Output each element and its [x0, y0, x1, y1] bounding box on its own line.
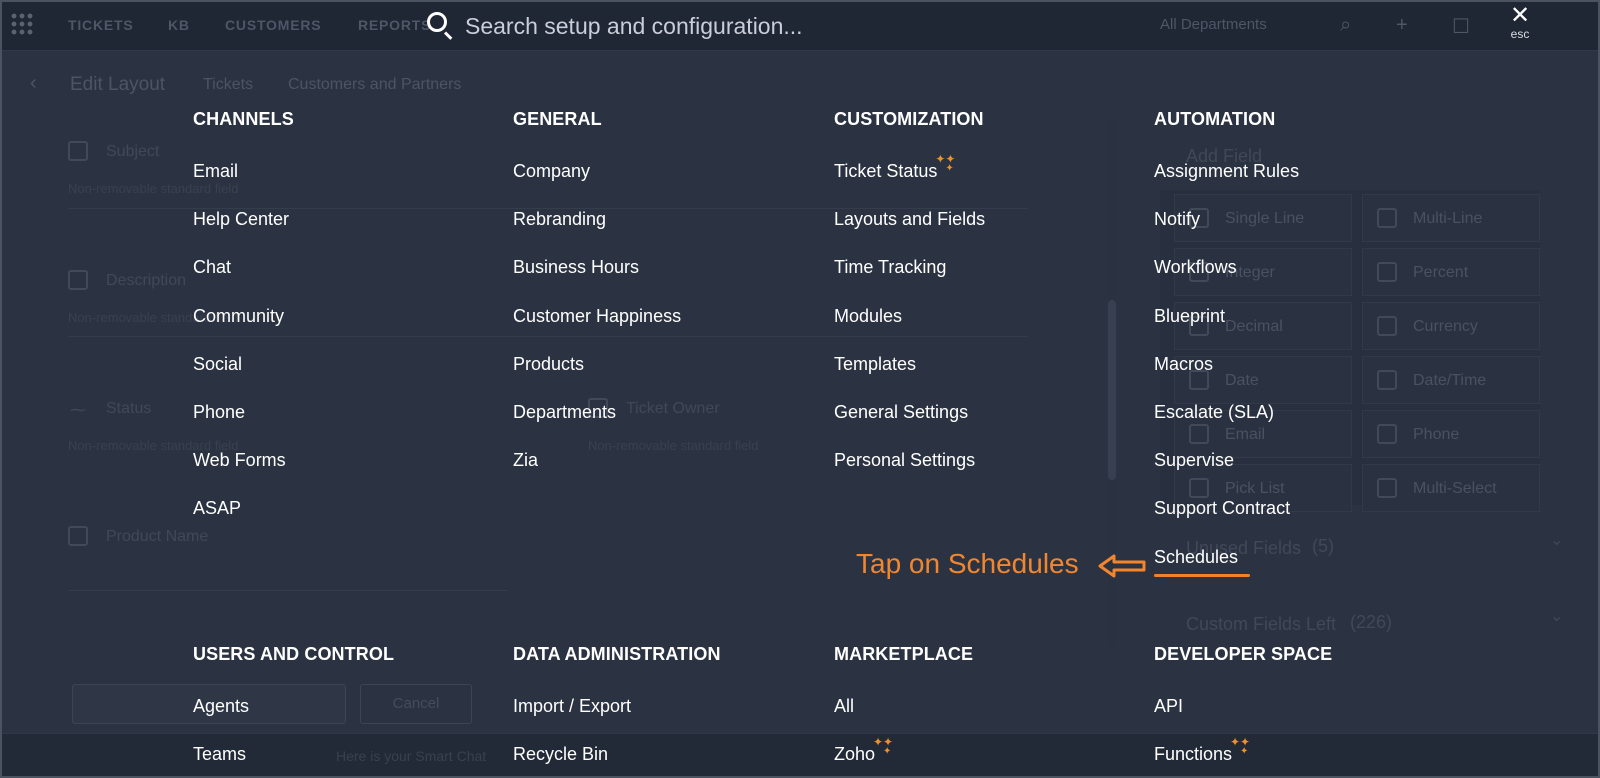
menu-item-customer-happiness[interactable]: Customer Happiness	[513, 306, 681, 354]
field-type-cell[interactable]: Currency	[1362, 302, 1540, 350]
status-icon: ⁓	[70, 402, 86, 419]
custom-fields-count: (226)	[1350, 612, 1393, 632]
search-icon[interactable]: ⌕	[1340, 14, 1351, 37]
menu-item-asap[interactable]: ASAP	[193, 498, 294, 546]
nav-kb[interactable]: KB	[168, 17, 190, 33]
section-heading: USERS AND CONTROL	[193, 644, 395, 664]
divider	[68, 590, 508, 591]
menu-item-rebranding[interactable]: Rebranding	[513, 209, 681, 257]
menu-item-schedules[interactable]: Schedules	[1154, 547, 1299, 595]
menu-item-blueprint[interactable]: Blueprint	[1154, 306, 1299, 354]
field-status: Status	[106, 400, 152, 417]
setup-search-input[interactable]	[465, 8, 1105, 44]
menu-item-business-hours[interactable]: Business Hours	[513, 257, 681, 305]
close-icon[interactable]: ✕	[1500, 4, 1540, 28]
menu-item-web-forms[interactable]: Web Forms	[193, 450, 294, 498]
chevron-down-icon[interactable]: ⌄	[1550, 530, 1563, 550]
menu-item-templates[interactable]: Templates	[834, 354, 985, 402]
menu-item-agents[interactable]: Agents	[193, 696, 394, 744]
menu-item-social[interactable]: Social	[193, 354, 294, 402]
menu-item-zia[interactable]: Zia	[513, 450, 681, 498]
sparkle-icon: ✦ ✦ ✦	[935, 152, 956, 174]
back-icon[interactable]: ‹	[30, 72, 37, 95]
unused-fields-count: (5)	[1312, 536, 1334, 556]
section-heading: AUTOMATION	[1154, 109, 1276, 129]
field-type-cell[interactable]: Multi-Line	[1362, 194, 1540, 242]
menu-item-products[interactable]: Products	[513, 354, 681, 402]
scrollbar-thumb[interactable]	[1108, 300, 1116, 480]
nav-tickets[interactable]: TICKETS	[68, 17, 134, 33]
section-heading: DEVELOPER SPACE	[1154, 644, 1333, 664]
annotation-text: Tap on Schedules	[856, 548, 1079, 579]
page-title: Edit Layout	[70, 74, 166, 95]
menu-item-modules[interactable]: Modules	[834, 306, 985, 354]
menu-section-general: GENERAL Company Rebranding Business Hour…	[513, 107, 681, 498]
field-description: Description	[106, 272, 187, 289]
menu-item-personal-settings[interactable]: Personal Settings	[834, 450, 985, 498]
menu-item-chat[interactable]: Chat	[193, 257, 294, 305]
field-type-cell[interactable]: Date/Time	[1362, 356, 1540, 404]
section-heading: DATA ADMINISTRATION	[513, 644, 721, 664]
menu-item-layouts-and-fields[interactable]: Layouts and Fields	[834, 209, 985, 257]
menu-section-automation: AUTOMATION Assignment Rules Notify Workf…	[1154, 107, 1299, 595]
field-type-icon	[68, 526, 88, 546]
add-icon[interactable]: +	[1396, 14, 1408, 37]
menu-item-company[interactable]: Company	[513, 161, 681, 209]
menu-item-supervise[interactable]: Supervise	[1154, 450, 1299, 498]
notifications-icon[interactable]: ☐	[1452, 14, 1470, 39]
close-button[interactable]: ✕ esc	[1500, 4, 1540, 42]
sparkle-icon: ✦ ✦ ✦	[873, 735, 894, 758]
menu-section-users-and-control: USERS AND CONTROL Agents Teams	[193, 642, 394, 778]
field-type-icon	[68, 270, 88, 290]
search-icon	[427, 12, 447, 32]
section-heading: MARKETPLACE	[834, 644, 974, 664]
menu-item-teams[interactable]: Teams	[193, 744, 394, 778]
menu-item-macros[interactable]: Macros	[1154, 354, 1299, 402]
section-heading: CUSTOMIZATION	[834, 109, 984, 129]
menu-item-zoho[interactable]: Zoho ✦ ✦ ✦	[834, 735, 973, 778]
highlight-underline	[1154, 573, 1250, 577]
menu-item-email[interactable]: Email	[193, 161, 294, 209]
field-type-cell[interactable]: Percent	[1362, 248, 1540, 296]
menu-item-all[interactable]: All	[834, 696, 973, 744]
chevron-down-icon[interactable]: ⌄	[1550, 606, 1563, 626]
menu-item-time-tracking[interactable]: Time Tracking	[834, 257, 985, 305]
menu-section-customization: CUSTOMIZATION Ticket Status ✦ ✦ ✦ Layouts a…	[834, 107, 985, 498]
menu-item-assignment-rules[interactable]: Assignment Rules	[1154, 161, 1299, 209]
menu-item-help-center[interactable]: Help Center	[193, 209, 294, 257]
menu-item-import-export[interactable]: Import / Export	[513, 696, 721, 744]
menu-section-channels: CHANNELS Email Help Center Chat Communit…	[193, 107, 294, 547]
field-type-cell[interactable]: Multi-Select	[1362, 464, 1540, 512]
menu-item-recycle-bin[interactable]: Recycle Bin	[513, 744, 721, 778]
menu-item-phone[interactable]: Phone	[193, 402, 294, 450]
menu-item-community[interactable]: Community	[193, 306, 294, 354]
setup-search-bar	[415, 6, 1115, 46]
close-label: esc	[1510, 27, 1530, 41]
nav-customers[interactable]: CUSTOMERS	[225, 17, 321, 33]
sparkle-icon: ✦ ✦ ✦	[1230, 735, 1251, 758]
field-type-cell[interactable]: Phone	[1362, 410, 1540, 458]
menu-item-ticket-status[interactable]: Ticket Status ✦ ✦ ✦	[834, 152, 985, 209]
custom-fields-label: Custom Fields Left	[1186, 614, 1337, 634]
menu-item-general-settings[interactable]: General Settings	[834, 402, 985, 450]
menu-item-escalate-sla[interactable]: Escalate (SLA)	[1154, 402, 1299, 450]
field-type-icon	[68, 141, 88, 161]
menu-item-notify[interactable]: Notify	[1154, 209, 1299, 257]
section-heading: GENERAL	[513, 109, 602, 129]
menu-section-data-administration: DATA ADMINISTRATION Import / Export Recy…	[513, 642, 721, 778]
breadcrumb-tickets[interactable]: Tickets	[203, 76, 253, 94]
menu-item-support-contract[interactable]: Support Contract	[1154, 498, 1299, 546]
section-heading: CHANNELS	[193, 109, 294, 129]
apps-grid-icon[interactable]	[10, 12, 34, 36]
arrow-left-icon	[1098, 554, 1146, 578]
menu-item-functions[interactable]: Functions ✦ ✦ ✦	[1154, 735, 1332, 778]
department-selector[interactable]: All Departments	[1160, 16, 1267, 33]
field-subject: Subject	[106, 143, 160, 160]
menu-section-marketplace: MARKETPLACE All Zoho ✦ ✦ ✦	[834, 642, 973, 778]
menu-item-workflows[interactable]: Workflows	[1154, 257, 1299, 305]
menu-item-departments[interactable]: Departments	[513, 402, 681, 450]
breadcrumb-layout[interactable]: Customers and Partners	[288, 76, 461, 94]
menu-section-developer-space: DEVELOPER SPACE API Functions ✦ ✦ ✦	[1154, 642, 1332, 778]
